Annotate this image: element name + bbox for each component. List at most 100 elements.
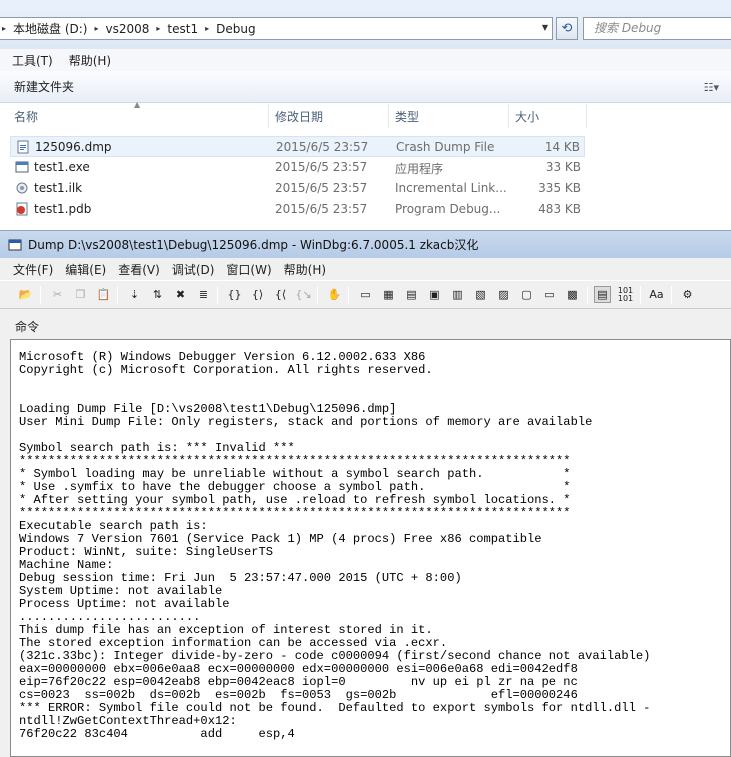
call-stack-window-icon[interactable]: ▧ — [472, 286, 489, 303]
options-icon[interactable]: ⚙ — [679, 286, 696, 303]
file-size: 33 KB — [545, 160, 581, 174]
explorer-menu-bar: 工具(T) 帮助(H) — [0, 49, 731, 71]
toolbar-separator — [217, 286, 218, 304]
column-size[interactable]: 大小 — [515, 108, 539, 125]
pdb-file-icon — [16, 202, 28, 216]
run-to-cursor-icon[interactable]: {↘ — [295, 286, 312, 303]
explorer-address-row: ▸ 本地磁盘 (D:) ▸ vs2008 ▸ test1 ▸ Debug ▼ ⟲… — [0, 0, 731, 56]
command-output[interactable]: Microsoft (R) Windows Debugger Version 6… — [10, 339, 731, 757]
breadcrumb-drive[interactable]: 本地磁盘 (D:) — [10, 20, 90, 37]
menu-tools[interactable]: 工具(T) — [12, 52, 53, 69]
breadcrumb-chevron-icon[interactable]: ▸ — [201, 24, 213, 33]
menu-view[interactable]: 查看(V) — [118, 261, 160, 278]
command-window-label: 命令 — [15, 320, 40, 334]
toolbar-separator — [348, 286, 349, 304]
command-window-icon[interactable]: ▭ — [357, 286, 374, 303]
refresh-button[interactable]: ⟲ — [556, 17, 578, 40]
file-size: 483 KB — [538, 202, 581, 216]
menu-edit[interactable]: 编辑(E) — [65, 261, 106, 278]
locals-window-icon[interactable]: ▤ — [403, 286, 420, 303]
hex-mode-icon[interactable]: 101 101 — [617, 286, 634, 303]
debugger-output-text: Microsoft (R) Windows Debugger Version 6… — [19, 350, 651, 741]
toolbar-separator — [40, 286, 41, 304]
menu-help[interactable]: 帮助(H) — [69, 52, 111, 69]
file-type: Crash Dump File — [396, 140, 495, 154]
paste-icon[interactable]: 📋 — [95, 286, 112, 303]
column-type[interactable]: 类型 — [395, 108, 419, 125]
processes-threads-icon[interactable]: ▭ — [541, 286, 558, 303]
file-name: 125096.dmp — [35, 140, 112, 154]
file-row[interactable]: test1.exe 2015/6/5 23:57 应用程序 33 KB — [10, 157, 585, 178]
file-name: test1.ilk — [34, 181, 83, 195]
breadcrumb-test1[interactable]: test1 — [164, 22, 201, 36]
breadcrumb-chevron-icon[interactable]: ▸ — [152, 24, 164, 33]
new-folder-button[interactable]: 新建文件夹 — [14, 78, 74, 95]
break-icon[interactable]: ≣ — [195, 286, 212, 303]
hand-icon[interactable]: ✋ — [326, 286, 343, 303]
watch-window-icon[interactable]: ▦ — [380, 286, 397, 303]
breadcrumb-root-chevron-icon[interactable]: ▸ — [0, 24, 10, 33]
go-icon[interactable]: ⇣ — [126, 286, 143, 303]
column-divider[interactable] — [388, 104, 389, 128]
menu-help[interactable]: 帮助(H) — [284, 261, 326, 278]
explorer-command-bar: 新建文件夹 ☷▾ — [0, 71, 731, 103]
step-into-icon[interactable]: {} — [226, 286, 243, 303]
disassembly-window-icon[interactable]: ▨ — [495, 286, 512, 303]
dump-file-icon — [17, 140, 29, 154]
windbg-title-bar[interactable]: Dump D:\vs2008\test1\Debug\125096.dmp - … — [0, 230, 731, 258]
step-out-icon[interactable]: {⟨ — [272, 286, 289, 303]
font-icon[interactable]: Aa — [648, 286, 665, 303]
registers-window-icon[interactable]: ▣ — [426, 286, 443, 303]
breadcrumb-vs2008[interactable]: vs2008 — [103, 22, 153, 36]
menu-file[interactable]: 文件(F) — [13, 261, 53, 278]
file-size: 14 KB — [544, 140, 580, 154]
memory-window-icon[interactable]: ▥ — [449, 286, 466, 303]
screen: ▸ 本地磁盘 (D:) ▸ vs2008 ▸ test1 ▸ Debug ▼ ⟲… — [0, 0, 731, 757]
search-input[interactable]: 搜索 Debug — [583, 17, 731, 40]
file-row[interactable]: 125096.dmp 2015/6/5 23:57 Crash Dump Fil… — [10, 136, 585, 157]
menu-window[interactable]: 窗口(W) — [226, 261, 271, 278]
windbg-app-icon — [8, 239, 22, 250]
source-mode-icon[interactable]: ▩ — [564, 286, 581, 303]
search-placeholder: 搜索 Debug — [594, 21, 662, 35]
address-bar[interactable]: ▸ 本地磁盘 (D:) ▸ vs2008 ▸ test1 ▸ Debug ▼ — [0, 17, 553, 40]
breadcrumb-chevron-icon[interactable]: ▸ — [90, 24, 102, 33]
step-over-icon[interactable]: {⟩ — [249, 286, 266, 303]
sort-ascending-icon: ▲ — [134, 100, 141, 109]
window-title: Dump D:\vs2008\test1\Debug\125096.dmp - … — [28, 238, 479, 252]
file-row[interactable]: test1.pdb 2015/6/5 23:57 Program Debug..… — [10, 199, 585, 220]
restart-icon[interactable]: ⇅ — [149, 286, 166, 303]
file-type: Incremental Link... — [395, 181, 507, 195]
menu-debug[interactable]: 调试(D) — [172, 261, 215, 278]
column-name[interactable]: 名称 — [14, 108, 38, 125]
file-row[interactable]: test1.ilk 2015/6/5 23:57 Incremental Lin… — [10, 178, 585, 199]
toolbar-separator — [587, 286, 588, 304]
exe-file-icon — [15, 161, 29, 173]
file-name: test1.pdb — [34, 202, 92, 216]
windbg-window: Dump D:\vs2008\test1\Debug\125096.dmp - … — [0, 230, 731, 757]
file-list: ▲ 名称 修改日期 类型 大小 125096.dmp 2015/6/5 23:5… — [0, 100, 731, 230]
source-mode-toggle-icon[interactable]: ▤ — [594, 286, 611, 303]
column-date[interactable]: 修改日期 — [275, 108, 323, 125]
open-icon[interactable]: 📂 — [17, 286, 34, 303]
toolbar-separator — [117, 286, 118, 304]
file-size: 335 KB — [538, 181, 581, 195]
command-window: 命令 Microsoft (R) Windows Debugger Versio… — [0, 314, 731, 757]
cut-icon[interactable]: ✂ — [49, 286, 66, 303]
file-date: 2015/6/5 23:57 — [275, 160, 368, 174]
column-divider[interactable] — [268, 104, 269, 128]
file-type: Program Debug... — [395, 202, 501, 216]
breadcrumb-debug[interactable]: Debug — [213, 22, 258, 36]
windbg-menu-bar: 文件(F) 编辑(E) 查看(V) 调试(D) 窗口(W) 帮助(H) — [0, 258, 731, 280]
column-divider[interactable] — [586, 104, 587, 128]
address-dropdown-icon[interactable]: ▼ — [542, 23, 548, 32]
toolbar-separator — [671, 286, 672, 304]
file-name: test1.exe — [34, 160, 90, 174]
column-divider[interactable] — [508, 104, 509, 128]
copy-icon[interactable]: ❐ — [72, 286, 89, 303]
ilk-file-icon — [16, 182, 28, 194]
scratch-pad-icon[interactable]: ▢ — [518, 286, 535, 303]
stop-debugging-icon[interactable]: ✖ — [172, 286, 189, 303]
file-type: 应用程序 — [395, 162, 444, 176]
view-options-icon[interactable]: ☷▾ — [704, 81, 719, 94]
